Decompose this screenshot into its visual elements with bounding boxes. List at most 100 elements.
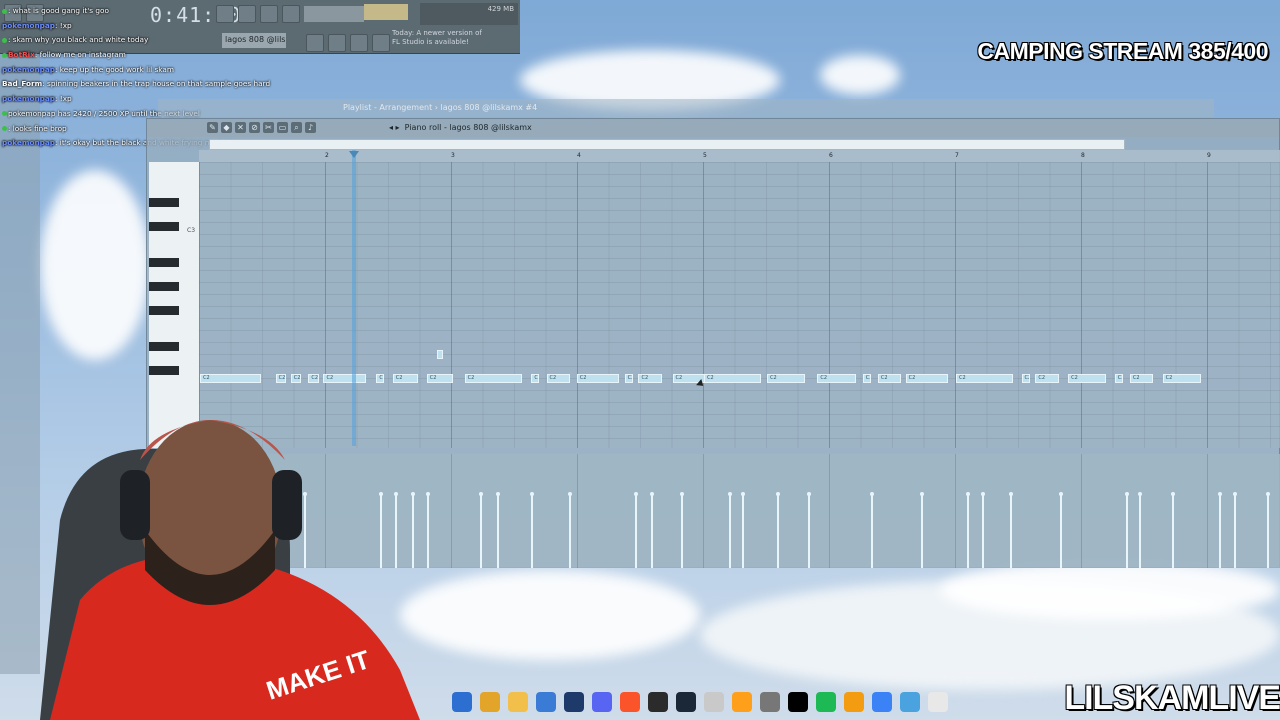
black-key[interactable]	[149, 222, 179, 231]
black-key[interactable]	[149, 342, 179, 351]
velocity-bar[interactable]	[649, 492, 654, 568]
fl-studio-icon[interactable]	[844, 692, 864, 712]
sky-cloud	[940, 560, 1280, 620]
playhead-marker-icon[interactable]	[349, 151, 359, 158]
note-block[interactable]: C2	[1035, 374, 1059, 383]
spotify-icon[interactable]	[816, 692, 836, 712]
window-icon[interactable]	[900, 692, 920, 712]
piano-roll-titlebar[interactable]: ✎ ◆ ✕ ⊘ ✂ ▭ ⌕ ♪ ◂ ▸ Piano roll - lagos 8…	[147, 119, 1279, 137]
folder-icon[interactable]	[508, 692, 528, 712]
note-block[interactable]: C2	[464, 374, 522, 383]
note-block[interactable]: C2	[1162, 374, 1201, 383]
paint-tool-icon[interactable]: ◆	[221, 122, 232, 133]
velocity-bar[interactable]	[920, 492, 925, 568]
velocity-bar[interactable]	[1265, 492, 1270, 568]
chrome-icon[interactable]	[480, 692, 500, 712]
bar-number: 2	[325, 152, 329, 159]
velocity-bar[interactable]	[679, 492, 684, 568]
record-button[interactable]	[372, 34, 390, 52]
note-block[interactable]: C2	[767, 374, 806, 383]
brave-icon[interactable]	[620, 692, 640, 712]
timeline-ruler[interactable]: 2 3 4 5 6 7 8 9	[199, 150, 1280, 162]
notepad-icon[interactable]	[872, 692, 892, 712]
note-block[interactable]: C2	[862, 374, 871, 383]
black-key[interactable]	[149, 258, 179, 267]
velocity-bar[interactable]	[634, 492, 639, 568]
obs-icon[interactable]	[648, 692, 668, 712]
velocity-bar[interactable]	[1059, 492, 1063, 568]
black-key[interactable]	[149, 306, 179, 315]
alt-button[interactable]	[350, 34, 368, 52]
black-key[interactable]	[149, 282, 179, 291]
chat-text: : looks fine brop	[8, 123, 67, 133]
playlist-window-titlebar[interactable]: Playlist - Arrangement › lagos 808 @lils…	[158, 99, 1214, 117]
note-block[interactable]: C2	[576, 374, 619, 383]
black-key[interactable]	[149, 198, 179, 207]
note-block[interactable]: C2	[1114, 374, 1123, 383]
velocity-bar[interactable]	[1232, 492, 1237, 568]
velocity-bar[interactable]	[870, 492, 874, 568]
mute-tool-icon[interactable]: ⊘	[249, 122, 260, 133]
velocity-bar[interactable]	[727, 492, 732, 568]
note-block[interactable]: C2	[817, 374, 856, 383]
ghost-note[interactable]	[437, 350, 443, 359]
sky-cloud	[820, 55, 900, 95]
piano-roll-toolbar: ✎ ◆ ✕ ⊘ ✂ ▭ ⌕ ♪	[207, 122, 316, 133]
capcut-icon[interactable]	[788, 692, 808, 712]
note-block[interactable]: C2	[638, 374, 662, 383]
note-block[interactable]: C2	[1021, 374, 1030, 383]
note-block[interactable]: C2	[624, 374, 633, 383]
velocity-bar[interactable]	[1138, 492, 1143, 568]
velocity-bar[interactable]	[1124, 492, 1129, 568]
playback-tool-icon[interactable]: ♪	[305, 122, 316, 133]
file-icon[interactable]	[928, 692, 948, 712]
delete-tool-icon[interactable]: ✕	[235, 122, 246, 133]
chat-user: pokemonpap	[2, 138, 56, 148]
music-icon[interactable]	[704, 692, 724, 712]
note-block[interactable]: C2	[956, 374, 1014, 383]
slice-tool-icon[interactable]: ✂	[263, 122, 274, 133]
zoom-tool-icon[interactable]: ⌕	[291, 122, 302, 133]
ctrl-button[interactable]	[328, 34, 346, 52]
velocity-bar[interactable]	[980, 492, 985, 568]
news-panel[interactable]: Today: A newer version of FL Studio is a…	[392, 29, 488, 53]
draw-tool-icon[interactable]: ✎	[207, 122, 218, 133]
velocity-bar[interactable]	[775, 492, 780, 568]
memory-readout: 429 MB	[420, 3, 518, 25]
note-block[interactable]: C2	[704, 374, 762, 383]
velocity-bar[interactable]	[567, 492, 572, 568]
snap-button[interactable]	[306, 34, 324, 52]
velocity-bar[interactable]	[495, 492, 500, 568]
memory-value: 429 MB	[487, 5, 514, 13]
velocity-bar[interactable]	[965, 492, 970, 568]
4k-icon[interactable]	[760, 692, 780, 712]
file-explorer-icon[interactable]	[452, 692, 472, 712]
velocity-bar[interactable]	[1217, 492, 1222, 568]
chat-text: : follow me on instagram	[34, 50, 126, 60]
note-block[interactable]: C2	[531, 374, 540, 383]
velocity-bar[interactable]	[529, 492, 534, 568]
velocity-bar[interactable]	[807, 492, 811, 568]
note-block[interactable]: C2	[877, 374, 902, 383]
photoshop-icon[interactable]	[564, 692, 584, 712]
select-tool-icon[interactable]: ▭	[277, 122, 288, 133]
velocity-bar[interactable]	[1171, 492, 1176, 568]
store-icon[interactable]	[536, 692, 556, 712]
velocity-bar[interactable]	[1008, 492, 1013, 568]
velocity-bar[interactable]	[479, 492, 484, 568]
chat-text: : !xp	[55, 94, 72, 104]
chat-user: BotRix	[8, 50, 35, 60]
sky-cloud	[40, 170, 150, 360]
note-block[interactable]: C2	[1129, 374, 1154, 383]
note-block[interactable]: C2	[546, 374, 570, 383]
chat-user: pokemonpap	[2, 94, 56, 104]
note-block[interactable]: C2	[1068, 374, 1107, 383]
velocity-bar[interactable]	[741, 492, 746, 568]
note-block[interactable]: C2	[905, 374, 948, 383]
steam-icon[interactable]	[676, 692, 696, 712]
chat-text: : !xp	[55, 20, 72, 30]
game-icon[interactable]	[732, 692, 752, 712]
discord-icon[interactable]	[592, 692, 612, 712]
piano-roll-title-text: Piano roll - lagos 808 @lilskamx	[404, 123, 532, 132]
horizontal-scrollbar[interactable]	[209, 139, 1125, 150]
